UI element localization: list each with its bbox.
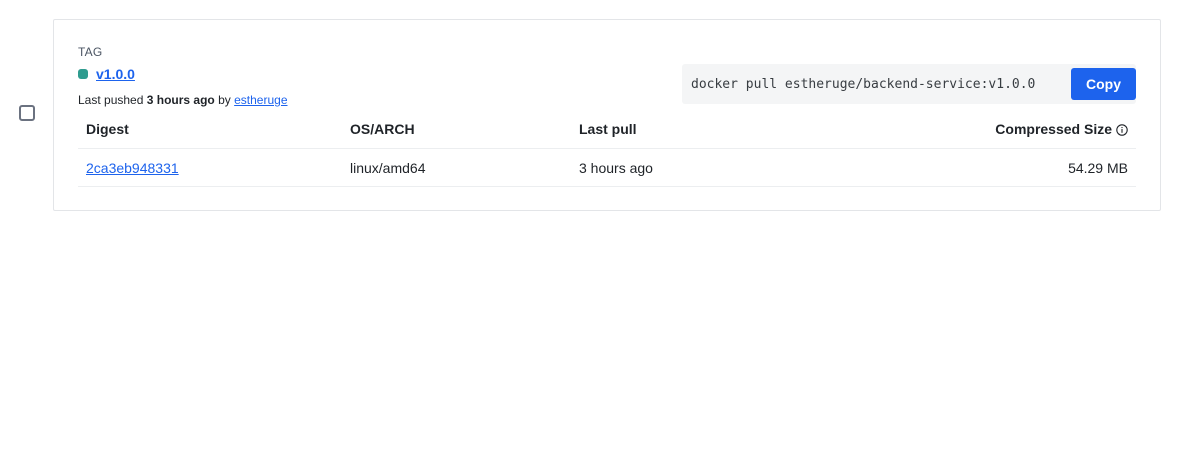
digest-table: Digest OS/ARCH Last pull Compressed Size… (78, 110, 1136, 187)
header-compressed-size: Compressed Size (851, 121, 1136, 137)
pushed-by-word: by (218, 93, 231, 107)
tag-status-icon (78, 69, 88, 79)
row-os-arch: linux/amd64 (350, 159, 426, 176)
header-compressed-size-label: Compressed Size (995, 121, 1112, 137)
header-os-arch: OS/ARCH (350, 121, 415, 137)
pull-command-box: docker pull estheruge/backend-service:v1… (682, 64, 1136, 104)
info-icon[interactable] (1116, 123, 1128, 136)
row-last-pull: 3 hours ago (579, 159, 653, 176)
tag-name-link[interactable]: v1.0.0 (96, 66, 135, 82)
tag-line: v1.0.0 (78, 66, 135, 82)
tag-section-label: TAG (78, 45, 103, 59)
pushed-by-user-link[interactable]: estheruge (234, 93, 287, 107)
table-row: 2ca3eb948331 linux/amd64 3 hours ago 54.… (78, 149, 1136, 187)
last-pushed-info: Last pushed 3 hours ago by estheruge (78, 93, 288, 107)
pushed-prefix: Last pushed (78, 93, 144, 107)
tag-card: TAG v1.0.0 Last pushed 3 hours ago by es… (53, 19, 1161, 211)
header-digest: Digest (86, 121, 129, 137)
row-compressed-size: 54.29 MB (1068, 159, 1128, 176)
row-digest-cell: 2ca3eb948331 (78, 160, 342, 176)
row-select-checkbox[interactable] (19, 105, 35, 121)
digest-link[interactable]: 2ca3eb948331 (86, 160, 179, 176)
pushed-time: 3 hours ago (146, 93, 215, 107)
table-header-row: Digest OS/ARCH Last pull Compressed Size (78, 110, 1136, 149)
copy-button[interactable]: Copy (1071, 68, 1136, 100)
pull-command-text: docker pull estheruge/backend-service:v1… (691, 76, 1036, 92)
header-last-pull: Last pull (579, 121, 637, 137)
